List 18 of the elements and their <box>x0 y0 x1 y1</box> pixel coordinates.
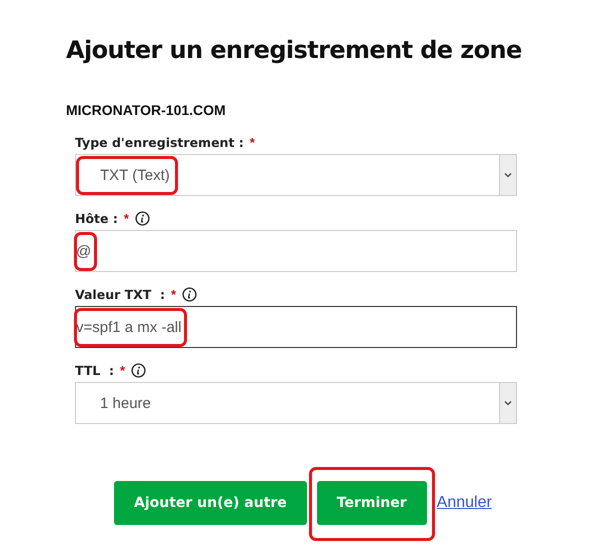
info-icon[interactable] <box>182 286 198 302</box>
input-field[interactable]: @ <box>75 230 517 272</box>
input-field[interactable]: v=spf1 a mx -all <box>75 306 517 348</box>
domain-name: MICRONATOR-101.COM <box>66 102 227 118</box>
field-label: Valeur TXT : <box>75 286 165 302</box>
info-icon[interactable] <box>131 362 146 378</box>
field-label: Type d'enregistrement : <box>75 134 244 150</box>
page-title: Ajouter un enregistrement de zone <box>66 36 523 64</box>
dropdown[interactable]: 1 heure <box>75 382 517 424</box>
required-mark: * <box>250 134 255 150</box>
required-mark: * <box>124 210 129 226</box>
info-icon[interactable] <box>134 210 150 226</box>
required-mark: * <box>120 362 126 378</box>
field-label: Hôte : <box>75 210 118 226</box>
field-label: TTL : <box>75 362 114 378</box>
required-mark: * <box>171 286 176 302</box>
dropdown[interactable]: TXT (Text) <box>75 154 517 196</box>
cancel-link[interactable]: Annuler <box>436 494 492 511</box>
